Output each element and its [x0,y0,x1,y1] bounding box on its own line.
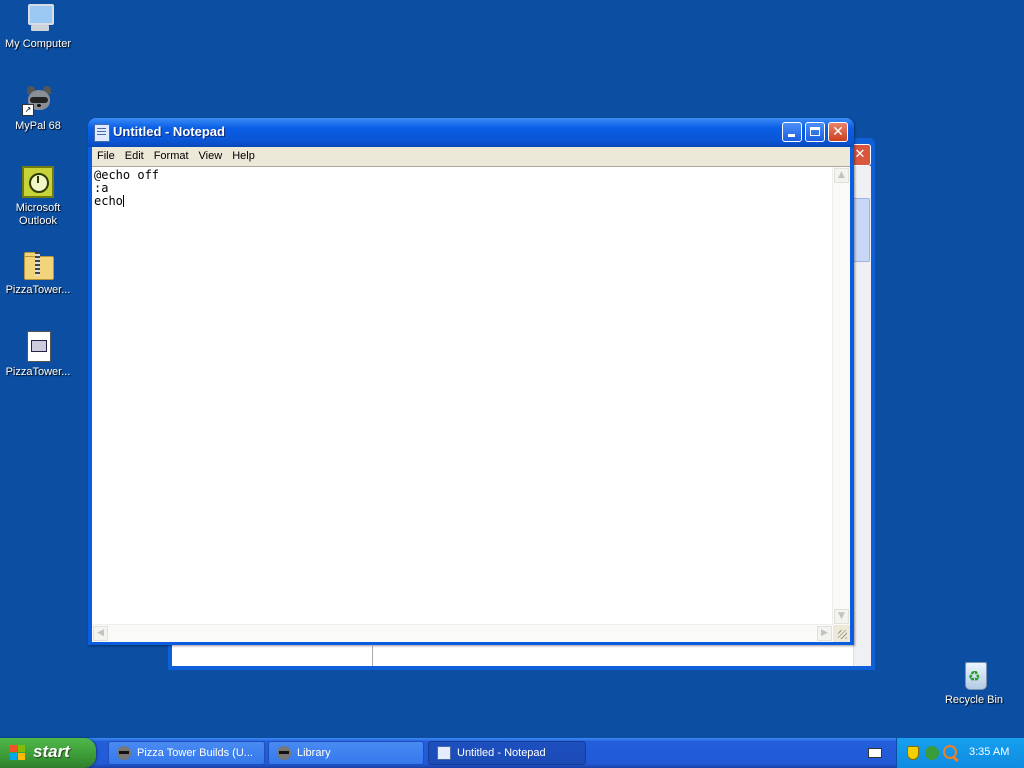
notepad-window[interactable]: Untitled - Notepad ✕ File Edit Format View H… [88,118,854,645]
taskbar: start Pizza Tower Builds (U... Library U… [0,738,1024,768]
notepad-icon [437,746,451,760]
taskbar-item-label: Library [297,747,331,759]
desktop-icon-my-computer[interactable]: My Computer [0,2,76,51]
minimize-button[interactable] [782,122,802,142]
desktop-icon-pizzatower-zip[interactable]: PizzaTower... [0,248,76,297]
desktop-icon-label: My Computer [4,38,72,50]
vertical-scrollbar[interactable]: ▲ ▼ [832,167,850,625]
network-icon[interactable] [925,746,939,760]
scroll-left-button[interactable]: ◀ [93,626,108,641]
text-line: echo [94,194,123,208]
desktop-icon-label: PizzaTower... [5,366,71,378]
security-shield-icon[interactable] [907,746,919,760]
raccoon-icon [277,746,291,760]
menu-help[interactable]: Help [227,147,260,166]
text-editor-area[interactable]: @echo off :a echo ▲ ▼ ◀ ▶ [92,166,850,642]
raccoon-icon: ↗ [22,84,54,116]
desktop-icon-pizzatower-doc[interactable]: PizzaTower... [0,330,76,379]
desktop-icon-label: MyPal 68 [15,120,61,132]
menu-file[interactable]: File [92,147,120,166]
resize-grip[interactable] [833,625,850,642]
scrollbar-thumb[interactable] [853,198,870,262]
text-caret [122,195,124,207]
raccoon-icon [117,746,131,760]
editor-text[interactable]: @echo off :a echo [94,169,159,208]
scroll-down-button[interactable]: ▼ [834,609,849,624]
menu-view[interactable]: View [194,147,228,166]
windows-logo-icon [10,745,26,761]
clock[interactable]: 3:35 AM [969,746,1009,758]
taskbar-item-label: Untitled - Notepad [457,747,546,759]
scroll-up-button[interactable]: ▲ [834,168,849,183]
notepad-icon[interactable] [94,124,110,142]
taskbar-item-pizza-tower-builds[interactable]: Pizza Tower Builds (U... [108,741,265,765]
system-tray: 3:35 AM [896,738,1024,768]
menu-edit[interactable]: Edit [120,147,149,166]
maximize-button[interactable] [805,122,825,142]
column-divider [372,646,373,666]
minimize-icon [788,134,795,137]
zip-folder-icon [22,248,54,280]
close-button[interactable]: ✕ [828,122,848,142]
desktop-icon-recycle-bin[interactable]: ♻ Recycle Bin [936,658,1012,707]
taskbar-item-label: Pizza Tower Builds (U... [137,747,253,759]
horizontal-scrollbar[interactable]: ◀ ▶ [92,624,833,642]
start-label: start [33,742,70,761]
scroll-right-button[interactable]: ▶ [817,626,832,641]
start-button[interactable]: start [0,738,96,768]
window-title: Untitled - Notepad [113,124,225,139]
shortcut-arrow-icon: ↗ [22,104,34,116]
menu-format[interactable]: Format [149,147,194,166]
search-icon[interactable] [943,745,957,759]
taskbar-item-notepad[interactable]: Untitled - Notepad [428,741,586,765]
desktop-icon-label: Recycle Bin [944,694,1004,706]
keyboard-icon[interactable] [868,748,882,758]
taskbar-item-library[interactable]: Library [268,741,424,765]
desktop-icon-mypal[interactable]: ↗ MyPal 68 [0,84,76,133]
close-icon: ✕ [832,124,844,140]
desktop-icon-outlook[interactable]: Microsoft Outlook [0,166,76,228]
background-window-scrollbar[interactable] [853,166,871,666]
outlook-icon [22,166,54,198]
maximize-icon [810,127,820,136]
menu-bar: File Edit Format View Help [92,147,850,166]
computer-icon [22,2,54,34]
recycle-bin-icon: ♻ [958,658,990,690]
notepad-titlebar[interactable]: Untitled - Notepad ✕ [88,118,854,147]
desktop-icon-label: Microsoft Outlook [15,202,61,227]
document-icon [22,330,54,362]
desktop-icon-label: PizzaTower... [5,284,71,296]
